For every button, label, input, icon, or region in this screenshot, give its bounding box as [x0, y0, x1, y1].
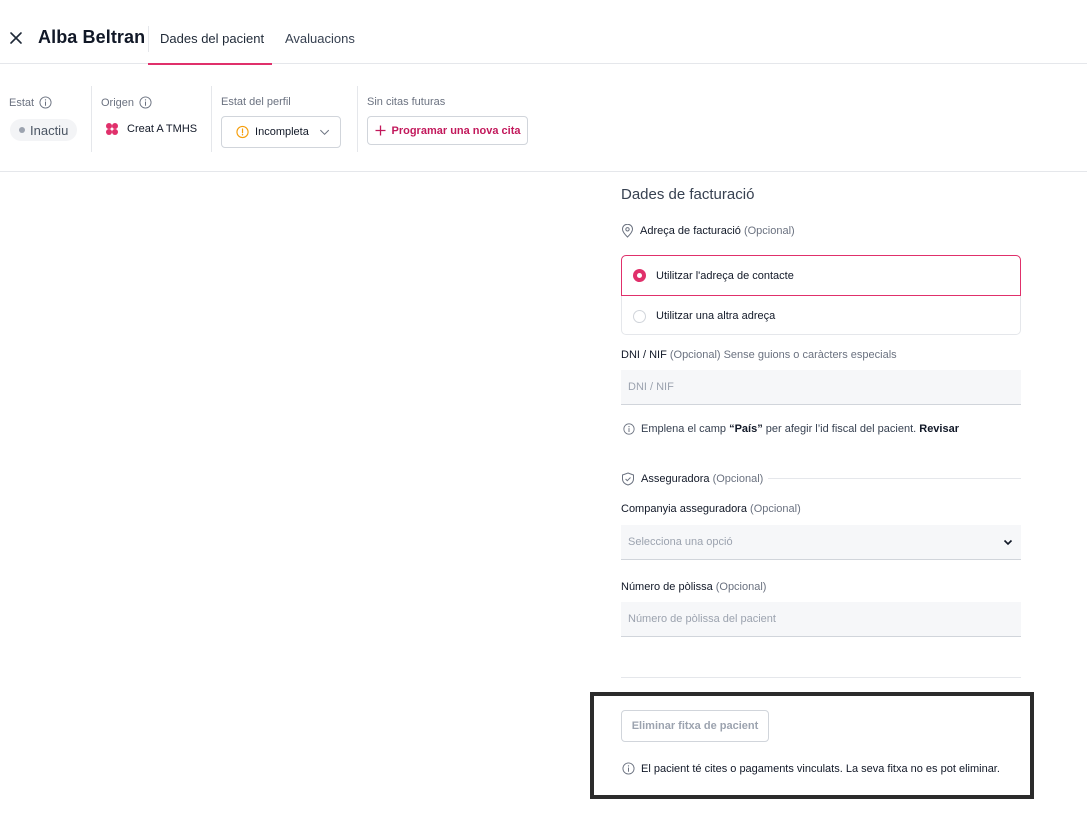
optional-tag: (Opcional) [715, 581, 767, 593]
origin-label-text: Origen [101, 96, 135, 109]
divider [357, 86, 358, 152]
info-icon[interactable] [39, 96, 52, 109]
warning-icon [236, 125, 249, 139]
radio-label: Utilitzar una altra adreça [656, 310, 776, 322]
origin-label: Origen [101, 96, 152, 109]
delete-patient-button[interactable]: Eliminar fitxa de pacient [621, 710, 769, 742]
dni-label-text: DNI / NIF [621, 349, 667, 361]
select-placeholder: Selecciona una opció [628, 536, 733, 548]
divider [211, 86, 212, 152]
divider [91, 86, 92, 152]
optional-tag: (Opcional) [712, 473, 764, 485]
radio-button-selected[interactable] [633, 269, 646, 282]
profile-status-label: Estat del perfil [221, 96, 291, 108]
origin-value-text: Creat A TMHS [127, 123, 198, 135]
insurance-label-text: Asseguradora [641, 473, 710, 485]
fiscal-id-helper: Emplena el camp “País” per afegir l’id f… [623, 423, 959, 435]
info-icon[interactable] [139, 96, 152, 109]
review-link[interactable]: Revisar [919, 423, 959, 435]
divider [621, 677, 1021, 678]
radio-option-other-address[interactable]: Utilitzar una altra adreça [622, 296, 1022, 336]
status-value: Inactiu [30, 122, 69, 138]
plus-icon [375, 125, 385, 136]
helper-field-name: “País” [729, 423, 763, 435]
close-icon[interactable] [8, 30, 24, 46]
title-divider [148, 26, 149, 52]
delete-disabled-note: El pacient té cites o pagaments vinculat… [622, 762, 1000, 775]
tab-patient-data[interactable]: Dades del pacient [160, 31, 264, 46]
info-icon [622, 762, 635, 775]
radio-label: Utilitzar l'adreça de contacte [656, 269, 794, 282]
status-label-text: Estat [9, 96, 35, 109]
divider [768, 478, 1021, 479]
billing-address-options: Utilitzar l'adreça de contacte Utilitzar… [621, 255, 1021, 335]
patient-header: Alba Beltran Dades del pacient Avaluacio… [0, 0, 1087, 65]
optional-tag: (Opcional) [750, 503, 801, 515]
schedule-appointment-button[interactable]: Programar una nova cita [367, 116, 528, 145]
patient-info-bar: Estat Inactiu Origen Creat A TMHS Estat … [0, 64, 1087, 172]
billing-section-title: Dades de facturació [621, 186, 755, 203]
helper-text: Emplena el camp [641, 423, 726, 435]
policy-number-label: Número de pòlissa (Opcional) [621, 581, 766, 593]
profile-status-select[interactable]: Incompleta [221, 116, 341, 148]
insurance-company-label-text: Companyia asseguradora [621, 503, 747, 515]
dni-input[interactable] [621, 370, 1021, 405]
origin-value: Creat A TMHS [105, 122, 197, 136]
policy-number-label-text: Número de pòlissa [621, 581, 713, 593]
status-dot [19, 127, 25, 133]
info-icon [623, 423, 635, 435]
dni-hint: Sense guions o caràcters especials [723, 349, 897, 361]
insurance-company-label: Companyia asseguradora (Opcional) [621, 503, 801, 515]
appointments-label: Sin citas futuras [367, 96, 446, 108]
radio-option-contact-address[interactable]: Utilitzar l'adreça de contacte [621, 255, 1021, 296]
profile-status-value: Incompleta [255, 126, 309, 138]
insurance-section-label: Asseguradora (Opcional) [621, 472, 763, 486]
optional-tag: (Opcional) [743, 225, 795, 237]
status-label: Estat [9, 96, 52, 109]
billing-address-label: Adreça de facturació (Opcional) [621, 224, 795, 238]
insurance-company-select[interactable]: Selecciona una opció [621, 525, 1021, 560]
shield-check-icon [622, 472, 634, 486]
radio-button[interactable] [633, 309, 646, 323]
highlight-box [590, 692, 1034, 799]
patient-name: Alba Beltran [38, 27, 146, 47]
chevron-down-icon [319, 129, 329, 136]
tab-evaluations[interactable]: Avaluacions [285, 31, 355, 46]
location-pin-icon [621, 224, 634, 238]
policy-number-input[interactable] [621, 602, 1021, 637]
helper-text: per afegir l’id fiscal del pacient. [765, 423, 917, 435]
brand-logo-icon [106, 123, 118, 135]
delete-note-text: El pacient té cites o pagaments vinculat… [641, 762, 1000, 775]
status-badge: Inactiu [10, 119, 78, 141]
optional-tag: (Opcional) [669, 349, 721, 361]
billing-address-label-text: Adreça de facturació [640, 225, 741, 237]
chevron-down-icon [1003, 539, 1013, 546]
dni-label: DNI / NIF (Opcional) Sense guions o carà… [621, 349, 897, 361]
schedule-appointment-label: Programar una nova cita [391, 124, 521, 137]
